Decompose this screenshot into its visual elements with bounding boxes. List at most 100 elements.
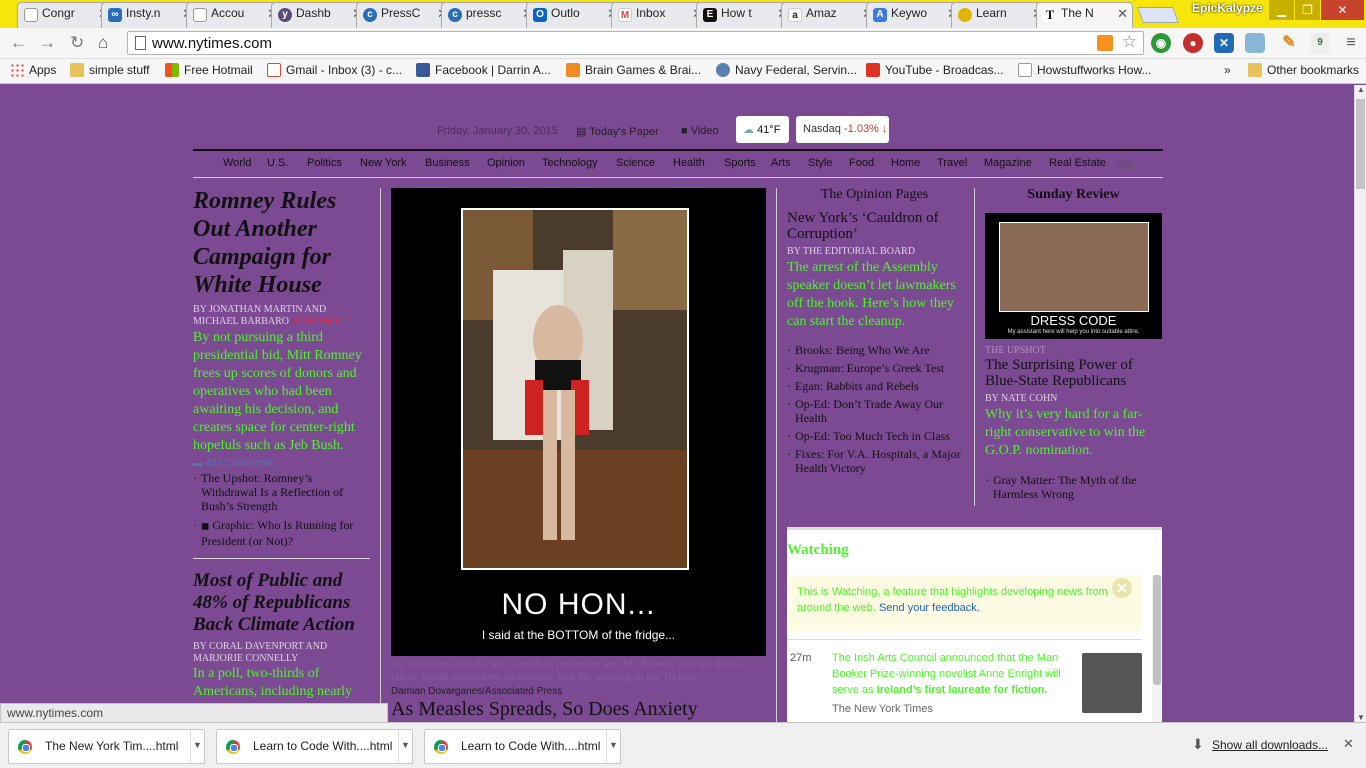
section-link-business[interactable]: Business <box>425 157 470 169</box>
pencil-icon[interactable]: ✎ <box>1279 33 1299 53</box>
sunday-review-label[interactable]: Sunday Review <box>985 187 1162 203</box>
back-icon[interactable]: ← <box>10 33 27 53</box>
sunday-headline[interactable]: The Surprising Power of Blue-State Repub… <box>985 357 1162 389</box>
section-link-new-york[interactable]: New York <box>360 157 406 169</box>
watching-item-text[interactable]: The Irish Arts Council announced that th… <box>832 650 1077 698</box>
opinion-label[interactable]: The Opinion Pages <box>787 187 962 203</box>
section-link-sports[interactable]: Sports <box>724 157 756 169</box>
chevron-down-icon[interactable]: ▼ <box>190 730 204 763</box>
feedback-link[interactable]: Send your feedback. <box>879 602 980 614</box>
menu-icon[interactable]: ≡ <box>1341 33 1361 53</box>
scroll-down-icon[interactable]: ▼ <box>1357 713 1365 722</box>
section-link-travel[interactable]: Travel <box>937 157 967 169</box>
extension-badge-icon[interactable]: 9 <box>1310 33 1330 53</box>
lead-photo[interactable]: NO HON... I said at the BOTTOM of the fr… <box>391 188 766 656</box>
scroll-thumb[interactable] <box>1153 575 1161 685</box>
download-item[interactable]: Learn to Code With....html ▼ <box>424 729 621 764</box>
tab[interactable]: ∞Insty.n✕ <box>101 2 198 28</box>
tab[interactable]: cpressc✕ <box>441 2 538 28</box>
section-link-food[interactable]: Food <box>849 157 874 169</box>
opinion-headline[interactable]: New York’s ‘Cauldron of Corruption’ <box>787 210 967 242</box>
sunday-review-photo[interactable]: DRESS CODE My assistant here will help y… <box>985 213 1162 339</box>
weather-widget[interactable]: ☁ 41°F <box>736 116 789 143</box>
extension-page-icon[interactable] <box>1245 33 1265 53</box>
opinion-link[interactable]: · Op-Ed: Don’t Trade Away Our Health <box>787 397 970 425</box>
section-link-home[interactable]: Home <box>891 157 920 169</box>
bookmarks-overflow-button[interactable]: » <box>1224 63 1231 77</box>
related-link[interactable]: · ◼ Graphic: Who Is Running for President… <box>193 518 368 548</box>
chevron-down-icon[interactable]: ▼ <box>398 730 412 763</box>
tab[interactable]: AKeywo✕ <box>866 2 963 28</box>
bookmark-free-hotmail[interactable]: Free Hotmail <box>165 63 253 77</box>
tab[interactable]: Learn✕ <box>951 2 1048 28</box>
section-link-world[interactable]: World <box>223 157 252 169</box>
section-link-style[interactable]: Style <box>808 157 832 169</box>
bookmark-youtube[interactable]: YouTube - Broadcas... <box>866 63 1004 77</box>
section-link-all[interactable]: ALL <box>1118 159 1134 169</box>
url-input[interactable] <box>128 32 1028 54</box>
profile-name[interactable]: EpicKalypze <box>1192 1 1263 15</box>
scroll-up-icon[interactable]: ▲ <box>1357 85 1365 94</box>
extension-red-icon[interactable]: ● <box>1183 33 1203 53</box>
bookmark-howstuffworks[interactable]: Howstuffworks How... <box>1018 63 1151 77</box>
download-item[interactable]: Learn to Code With....html ▼ <box>216 729 413 764</box>
close-icon[interactable]: ✕ <box>1112 578 1132 598</box>
star-icon[interactable]: ☆ <box>1122 32 1137 52</box>
rss-icon[interactable] <box>1097 35 1113 51</box>
minimize-icon[interactable]: ▁ <box>1269 0 1294 20</box>
section-link-politics[interactable]: Politics <box>307 157 342 169</box>
section-link-arts[interactable]: Arts <box>771 157 791 169</box>
forward-icon[interactable]: → <box>39 33 56 53</box>
maximize-icon[interactable]: ❐ <box>1295 0 1320 20</box>
home-icon[interactable]: ⌂ <box>98 33 108 53</box>
photo-headline[interactable]: As Measles Spreads, So Does Anxiety <box>391 698 698 721</box>
bookmark-simple-stuff[interactable]: simple stuff <box>70 63 149 77</box>
extension-x-icon[interactable]: ✕ <box>1214 33 1234 53</box>
section-link-technology[interactable]: Technology <box>542 157 598 169</box>
address-bar[interactable]: ☆ <box>127 31 1144 55</box>
opinion-link[interactable]: · Brooks: Being Who We Are <box>787 343 970 357</box>
watching-thumbnail[interactable] <box>1082 653 1142 713</box>
section-link-real-estate[interactable]: Real Estate <box>1049 157 1106 169</box>
extension-green-icon[interactable]: ◉ <box>1151 33 1171 53</box>
chevron-down-icon[interactable]: ▼ <box>606 730 620 763</box>
bookmark-gmail[interactable]: Gmail - Inbox (3) - c... <box>267 63 402 77</box>
market-widget[interactable]: Nasdaq -1.03% ↓ <box>796 116 889 143</box>
other-bookmarks[interactable]: Other bookmarks <box>1248 63 1359 77</box>
page-scrollbar[interactable]: ▲ ▼ <box>1354 85 1366 722</box>
section-link-health[interactable]: Health <box>673 157 705 169</box>
todays-paper-link[interactable]: ▤ Today's Paper <box>576 125 659 138</box>
bookmark-navy-federal[interactable]: Navy Federal, Servin... <box>716 63 857 77</box>
tab[interactable]: Accou✕ <box>186 2 283 28</box>
section-link-opinion[interactable]: Opinion <box>487 157 525 169</box>
close-icon[interactable]: ✕ <box>1343 736 1354 752</box>
opinion-link[interactable]: · Fixes: For V.A. Hospitals, a Major Heal… <box>787 447 970 475</box>
section-link-science[interactable]: Science <box>616 157 655 169</box>
section-link-u-s[interactable]: U.S. <box>267 157 288 169</box>
tab[interactable]: aAmaz✕ <box>781 2 878 28</box>
second-headline[interactable]: Most of Public and 48% of Republicans Ba… <box>193 570 373 636</box>
show-all-downloads-link[interactable]: Show all downloads... <box>1212 738 1328 752</box>
reload-icon[interactable]: ↻ <box>70 33 84 53</box>
tab[interactable]: OOutlo✕ <box>526 2 623 28</box>
related-link[interactable]: · The Upshot: Romney’s Withdrawal Is a Re… <box>193 471 368 513</box>
scroll-thumb[interactable] <box>1356 99 1365 189</box>
sunday-link[interactable]: · Gray Matter: The Myth of the Harmless W… <box>985 473 1162 501</box>
bookmark-apps[interactable]: Apps <box>10 63 56 77</box>
opinion-link[interactable]: · Op-Ed: Too Much Tech in Class <box>787 429 970 443</box>
tab[interactable]: Congr✕ <box>17 2 114 28</box>
tab-active[interactable]: T The N ✕ <box>1036 2 1133 28</box>
close-window-icon[interactable]: ✕ <box>1321 0 1364 20</box>
tab[interactable]: yDashb✕ <box>271 2 368 28</box>
new-tab-button[interactable] <box>1137 7 1179 23</box>
section-link-magazine[interactable]: Magazine <box>984 157 1032 169</box>
video-link[interactable]: ■ Video <box>681 125 719 137</box>
tab[interactable]: MInbox✕ <box>611 2 708 28</box>
watching-scrollbar[interactable] <box>1152 575 1162 722</box>
tab[interactable]: EHow t✕ <box>696 2 793 28</box>
close-icon[interactable]: ✕ <box>1117 6 1128 22</box>
tab[interactable]: cPressC✕ <box>356 2 453 28</box>
bookmark-brain-games[interactable]: Brain Games & Brai... <box>566 63 701 77</box>
lead-headline[interactable]: Romney Rules Out Another Campaign for Wh… <box>193 187 373 299</box>
bookmark-facebook[interactable]: Facebook | Darrin A... <box>416 63 551 77</box>
